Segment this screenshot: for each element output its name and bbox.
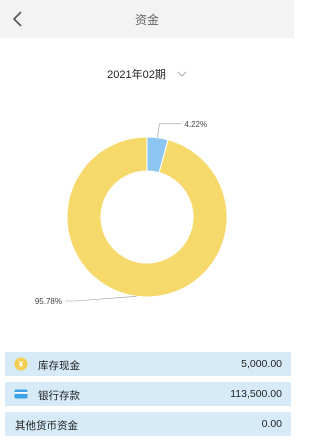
bank-card-icon	[14, 387, 28, 401]
fund-row-other[interactable]: 其他货币资金 0.00	[5, 412, 291, 436]
fund-row-cash[interactable]: ¥ 库存现金 5,000.00	[5, 352, 291, 376]
period-selector[interactable]: 2021年02期	[0, 66, 294, 82]
page-title: 资金	[134, 13, 159, 27]
fund-row-value: 113,500.00	[230, 388, 282, 400]
fund-list: ¥ 库存现金 5,000.00 银行存款 113,500.00 其他货币资金 0…	[5, 352, 291, 441]
leader-line-0	[65, 295, 137, 302]
chevron-down-icon	[177, 70, 187, 78]
header-bar: 资金	[0, 0, 294, 38]
fund-row-bank[interactable]: 银行存款 113,500.00	[5, 382, 291, 406]
fund-row-label: 其他货币资金	[15, 420, 78, 432]
leader-line-1	[157, 123, 182, 138]
fund-row-value: 0.00	[261, 418, 282, 430]
slice-label-0: 95.78%	[35, 297, 62, 306]
fund-row-label: 库存现金	[38, 360, 80, 372]
chart-canvas: 95.78% 4.22%	[35, 120, 228, 306]
fund-row-label: 银行存款	[38, 390, 80, 402]
slice-label-1: 4.22%	[184, 120, 207, 129]
donut-chart: 95.78% 4.22%	[0, 110, 294, 320]
svg-text:¥: ¥	[19, 360, 24, 369]
period-label: 2021年02期	[107, 69, 166, 81]
fund-row-value: 5,000.00	[241, 358, 282, 370]
coin-icon: ¥	[14, 357, 28, 371]
